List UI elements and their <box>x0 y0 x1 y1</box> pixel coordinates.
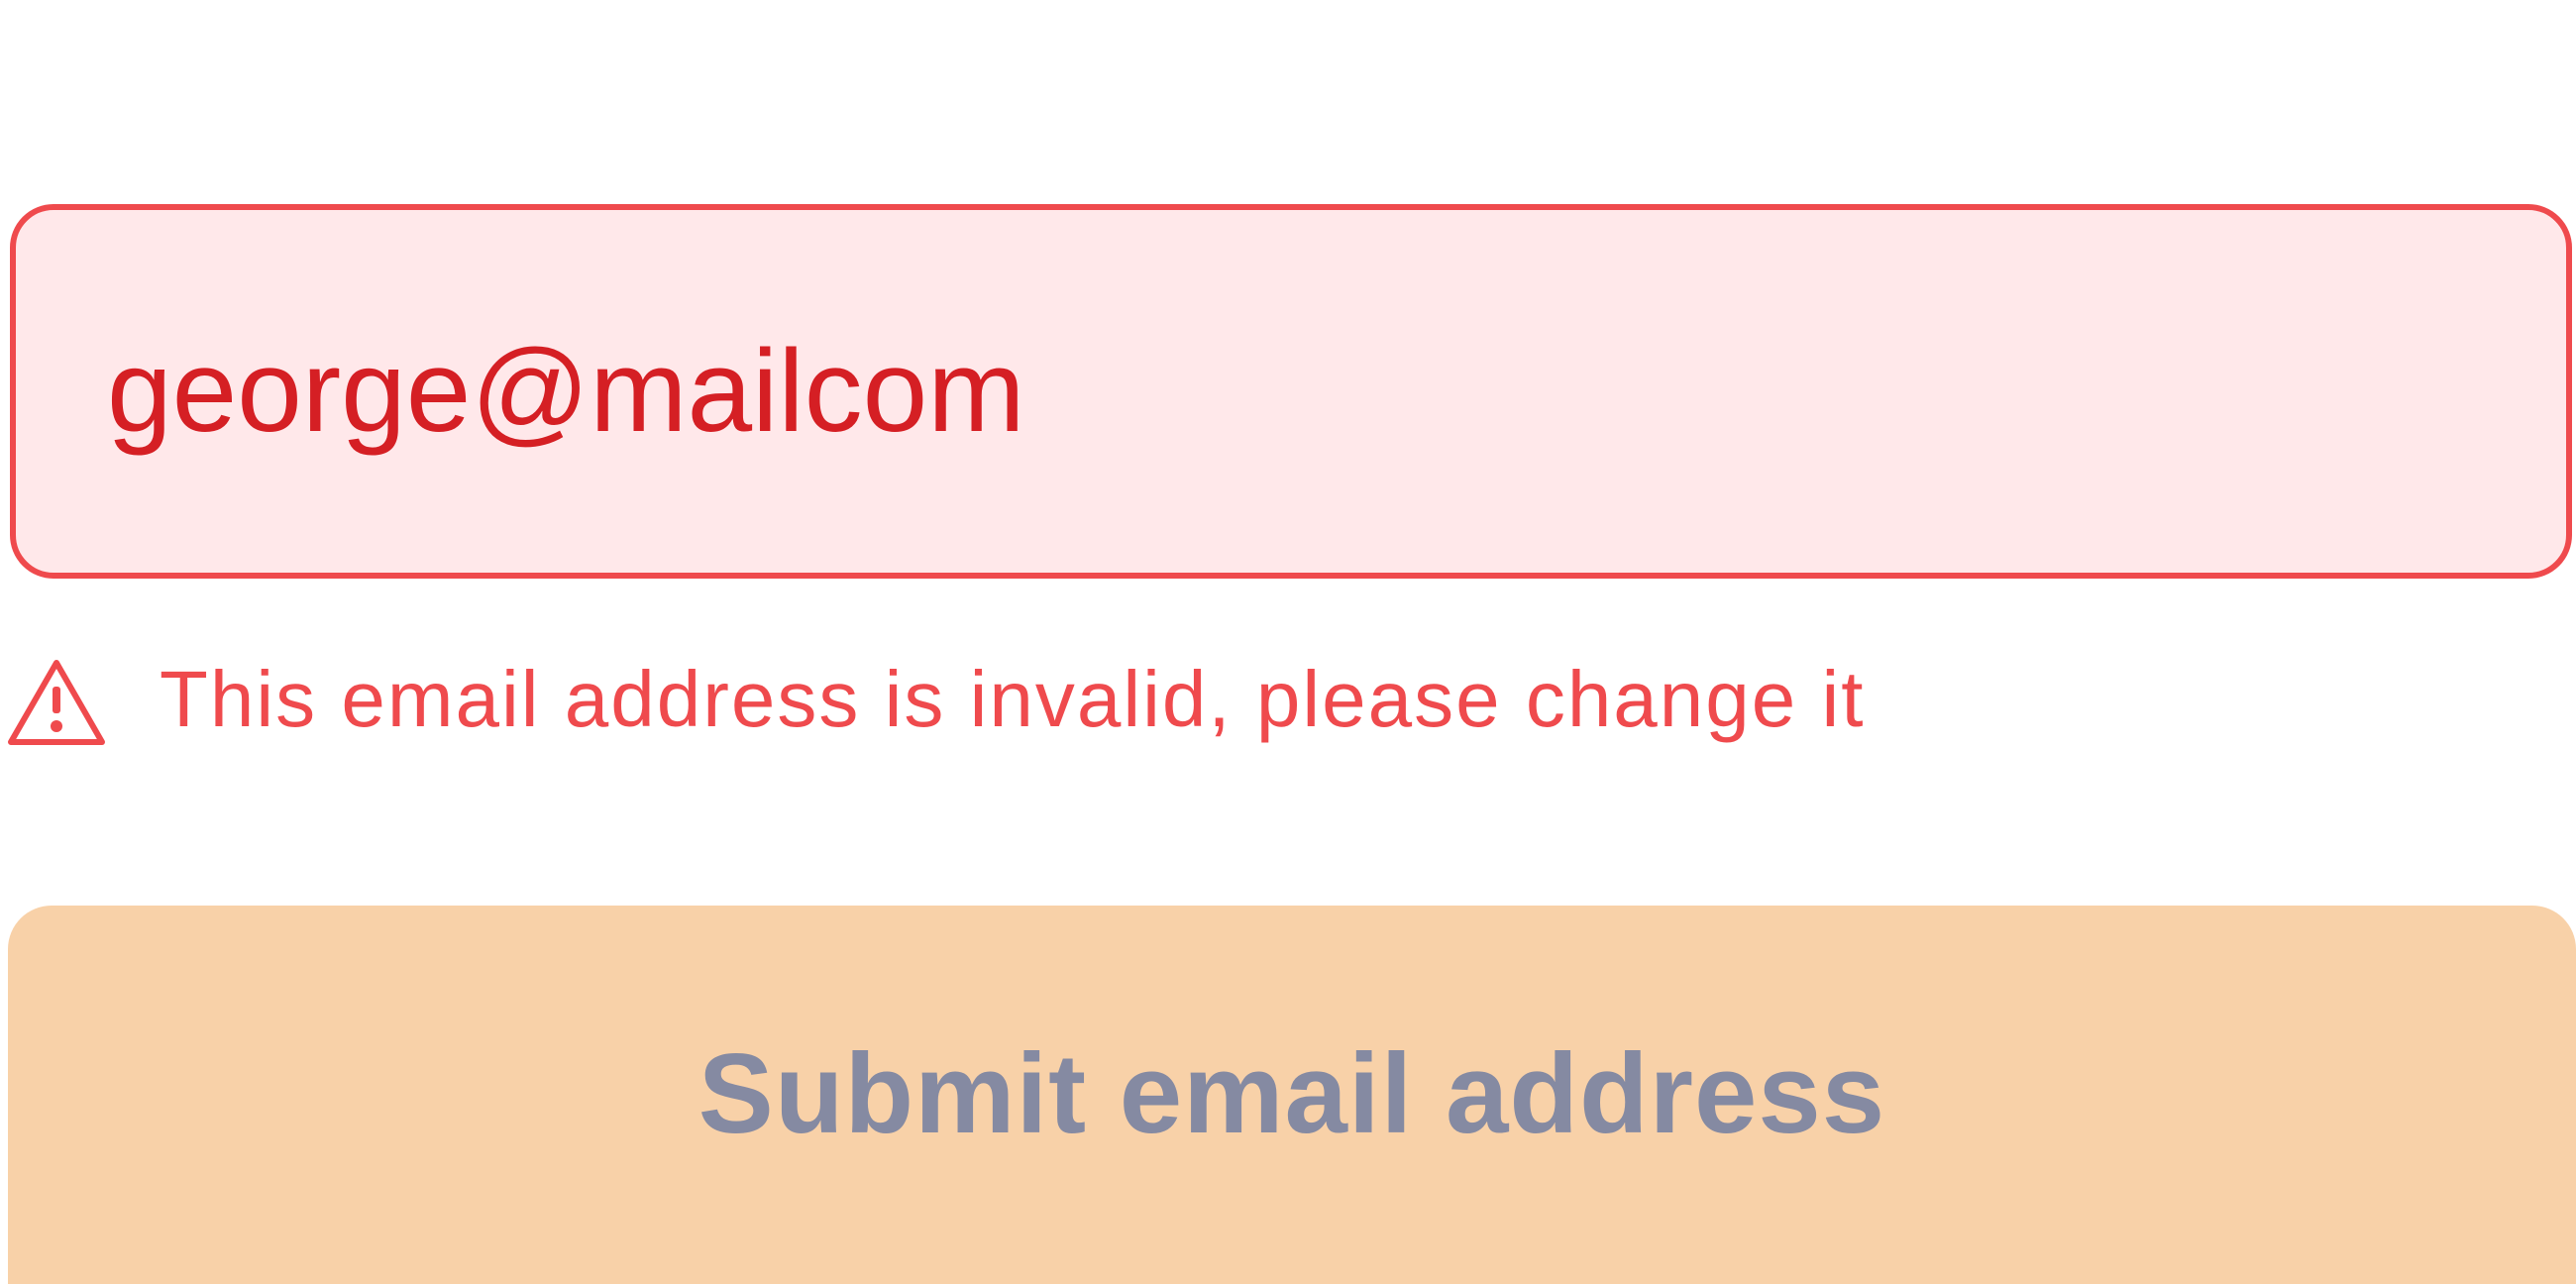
error-text: This email address is invalid, please ch… <box>160 655 1866 743</box>
submit-email-button[interactable]: Submit email address <box>8 906 2576 1284</box>
warning-triangle-icon <box>8 660 105 745</box>
email-field[interactable] <box>10 204 2572 579</box>
email-error-message: This email address is invalid, please ch… <box>0 650 2576 749</box>
